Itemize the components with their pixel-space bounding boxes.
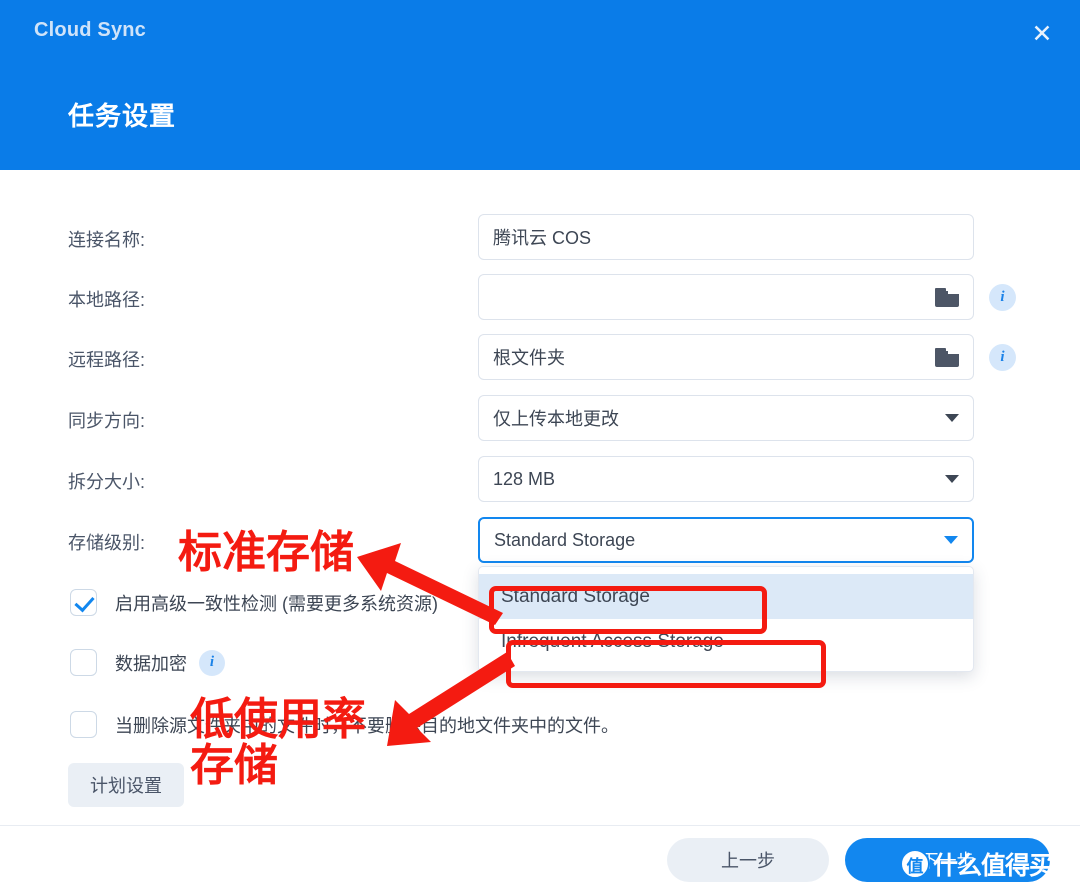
checkbox-row-advanced-consistency[interactable]: 启用高级一致性检测 (需要更多系统资源) — [70, 589, 438, 616]
folder-icon[interactable] — [935, 287, 959, 307]
label-storage-class: 存储级别: — [68, 533, 146, 553]
checkbox-keep-destination-files[interactable] — [70, 711, 97, 738]
input-connection-name[interactable]: 腾讯云 COS — [478, 214, 974, 260]
value-remote-path: 根文件夹 — [493, 348, 565, 368]
select-storage-class[interactable]: Standard Storage — [478, 517, 974, 563]
app-title: Cloud Sync — [34, 19, 147, 41]
checkbox-label-advanced-consistency: 启用高级一致性检测 (需要更多系统资源) — [115, 593, 438, 614]
checkbox-advanced-consistency[interactable] — [70, 589, 97, 616]
dropdown-option-standard-storage[interactable]: Standard Storage — [479, 574, 973, 619]
value-connection-name: 腾讯云 COS — [493, 228, 592, 248]
chevron-down-icon[interactable] — [945, 414, 959, 422]
storage-class-dropdown-list[interactable]: Standard Storage Infrequent Access Stora… — [478, 566, 974, 672]
folder-icon[interactable] — [935, 347, 959, 367]
page-title: 任务设置 — [68, 101, 177, 131]
label-split-size: 拆分大小: — [68, 472, 146, 492]
chevron-down-icon[interactable] — [945, 475, 959, 483]
label-sync-direction: 同步方向: — [68, 411, 146, 431]
select-split-size[interactable]: 128 MB — [478, 456, 974, 502]
value-storage-class: Standard Storage — [494, 529, 636, 550]
info-icon-local-path[interactable]: i — [989, 284, 1016, 311]
label-remote-path: 远程路径: — [68, 350, 146, 370]
info-icon-data-encryption[interactable]: i — [199, 649, 225, 676]
info-icon-remote-path[interactable]: i — [989, 344, 1016, 371]
label-connection-name: 连接名称: — [68, 230, 146, 250]
annotation-text-standard-storage: 标准存储 — [178, 528, 354, 577]
label-local-path: 本地路径: — [68, 290, 146, 310]
annotation-text-infrequent-access-storage: 低使用率 存储 — [190, 695, 366, 790]
input-remote-path[interactable]: 根文件夹 — [478, 334, 974, 380]
value-sync-direction: 仅上传本地更改 — [493, 409, 619, 429]
chevron-down-icon[interactable] — [944, 536, 958, 544]
checkbox-row-data-encryption[interactable]: 数据加密 i — [70, 649, 225, 676]
dialog-footer: 上一步 下一步 — [0, 825, 1080, 890]
dialog-header: Cloud Sync ✕ 任务设置 — [0, 0, 1080, 170]
checkbox-text-data-encryption: 数据加密 — [115, 653, 187, 674]
checkbox-label-data-encryption: 数据加密 i — [115, 649, 225, 676]
previous-button[interactable]: 上一步 — [667, 838, 829, 882]
select-sync-direction[interactable]: 仅上传本地更改 — [478, 395, 974, 441]
next-button[interactable]: 下一步 — [845, 838, 1050, 882]
dialog-body: 连接名称: 腾讯云 COS 本地路径: i 远程路径: 根文件夹 i 同步方向:… — [0, 170, 1080, 825]
checkbox-data-encryption[interactable] — [70, 649, 97, 676]
schedule-settings-button[interactable]: 计划设置 — [68, 763, 184, 807]
close-icon[interactable]: ✕ — [1024, 16, 1060, 52]
dropdown-option-infrequent-access-storage[interactable]: Infrequent Access Storage — [479, 619, 973, 664]
value-split-size: 128 MB — [493, 468, 556, 489]
input-local-path[interactable] — [478, 274, 974, 320]
cloud-sync-dialog: Cloud Sync ✕ 任务设置 连接名称: 腾讯云 COS 本地路径: i … — [0, 0, 1080, 890]
